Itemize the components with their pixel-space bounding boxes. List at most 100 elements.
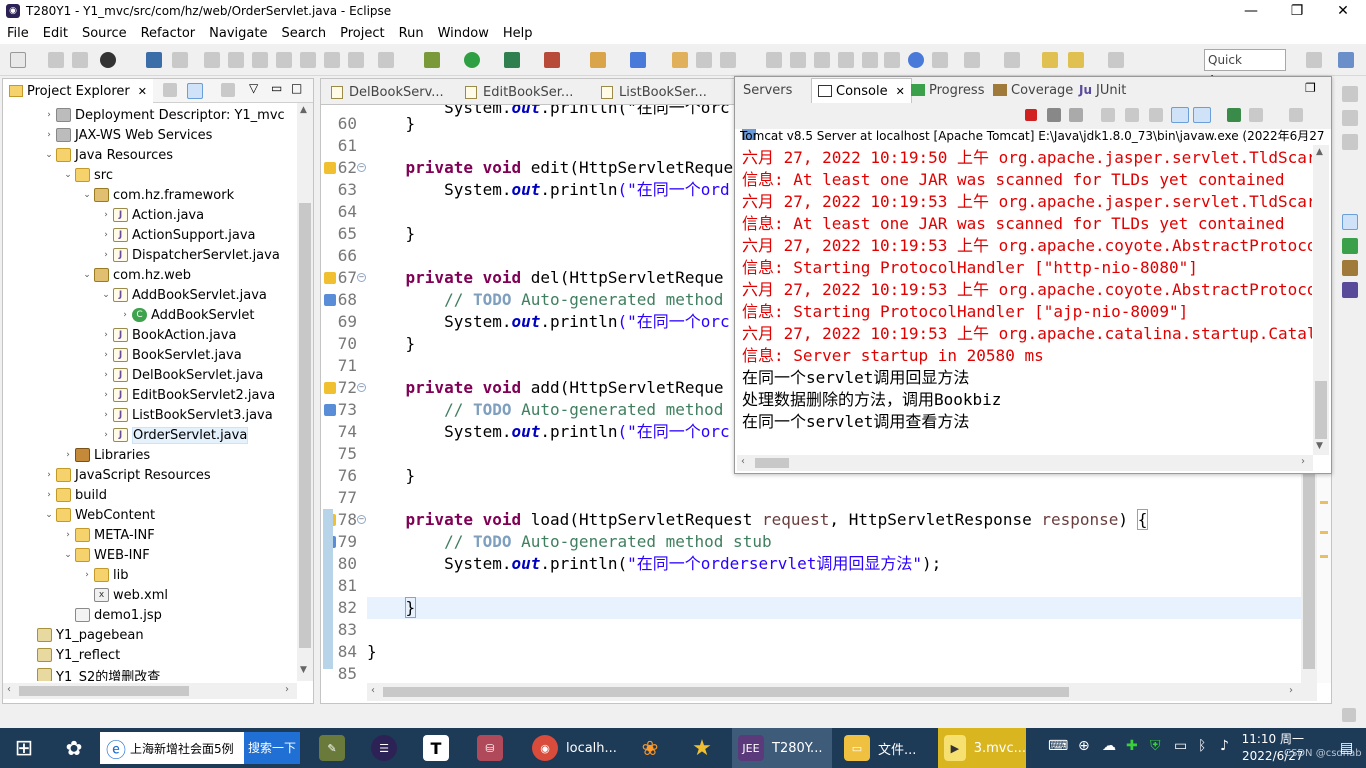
filter-icon[interactable] [221,83,235,97]
network-globe-icon[interactable]: ⊕ [1078,738,1090,754]
tree-item[interactable]: Y1_pagebean [23,625,144,645]
terminate-icon[interactable] [1025,109,1037,121]
expanded-arrow-icon[interactable]: ⌄ [80,270,94,280]
tree-item[interactable]: › J BookAction.java [99,325,236,345]
open-perspective-icon[interactable] [1306,52,1322,68]
search-icon[interactable] [720,52,736,68]
scroll-up-icon[interactable]: ▲ [300,105,307,115]
java-ee-perspective-icon[interactable] [1338,52,1354,68]
open-task-icon[interactable] [696,52,712,68]
open-console-icon[interactable] [1289,108,1303,122]
tab-project-explorer[interactable]: Project Explorer ✕ [3,79,153,103]
save-all-icon[interactable] [72,52,88,68]
clear-console-icon[interactable] [1101,108,1115,122]
restore-button[interactable]: ❐ [1274,0,1320,22]
minimize-view-icon[interactable]: ▭ [271,81,282,95]
resume-icon[interactable] [204,52,220,68]
tree-item[interactable]: ⌄ com.hz.web [80,265,191,285]
new-server-icon[interactable] [590,52,606,68]
terminate-icon[interactable] [252,52,268,68]
scroll-right-icon[interactable]: › [285,684,289,695]
word-wrap-icon[interactable] [1149,108,1163,122]
collapsed-arrow-icon[interactable]: › [42,110,56,120]
expanded-arrow-icon[interactable]: ⌄ [42,150,56,160]
show-stdout-icon[interactable] [1171,107,1189,123]
tree-item[interactable]: › J OrderServlet.java [99,425,249,445]
restore-view-icon[interactable]: ❐ [1305,81,1316,95]
coverage-icon[interactable] [378,52,394,68]
taskbar-eclipse[interactable]: ☰ [362,728,406,768]
tree-hscroll-thumb[interactable] [19,686,189,696]
drop-frame-icon[interactable] [348,52,364,68]
tree-item[interactable]: ⌄ WEB-INF [61,545,150,565]
tree-item[interactable]: › J EditBookServlet2.java [99,385,275,405]
tree-vertical-scrollbar[interactable]: ▲ ▼ [297,103,313,681]
task-list-icon[interactable] [1342,134,1358,150]
show-whitespace-icon[interactable] [862,52,878,68]
collapsed-arrow-icon[interactable]: › [118,310,132,320]
tab-listbookservlet[interactable]: ListBookSer... [595,80,713,104]
scroll-down-icon[interactable]: ▼ [1316,441,1323,451]
console-trim-icon[interactable] [1342,214,1358,230]
progress-trim-icon[interactable] [1342,238,1358,254]
pilcrow-icon[interactable] [884,52,900,68]
expanded-arrow-icon[interactable]: ⌄ [80,190,94,200]
scroll-left-icon[interactable]: ‹ [371,685,375,696]
tab-console[interactable]: Console ✕ [811,78,912,103]
override-marker-icon[interactable] [324,272,336,284]
plus-tray-icon[interactable]: ✚ [1126,738,1138,754]
battery-icon[interactable]: ▭ [1174,738,1187,754]
editor-horizontal-scrollbar[interactable]: ‹ › [367,683,1317,701]
taskbar-tools[interactable]: ✎ [310,728,354,768]
tree-item[interactable]: › J ListBookServlet3.java [99,405,273,425]
close-console-icon[interactable]: ✕ [896,85,905,98]
console-horizontal-scrollbar[interactable]: ‹ › [737,455,1313,471]
taskbar-eclipse-window[interactable]: JEE T280Y... [732,728,832,768]
tree-item[interactable]: › Libraries [61,445,150,465]
scroll-left-icon[interactable]: ‹ [741,456,745,467]
pin-icon[interactable] [932,52,948,68]
collapse-all-icon[interactable] [163,83,177,97]
menu-file[interactable]: File [0,26,36,41]
status-icon[interactable] [1342,708,1356,722]
word-wrap-icon[interactable] [814,52,830,68]
save-icon[interactable] [48,52,64,68]
tree-item[interactable]: › J BookServlet.java [99,345,242,365]
tree-horizontal-scrollbar[interactable]: ‹ › [3,683,297,699]
debug-icon[interactable] [424,52,440,68]
outline-icon[interactable] [1342,110,1358,126]
tree-item[interactable]: ⌄ src [61,165,113,185]
menu-help[interactable]: Help [496,26,540,41]
new-icon[interactable] [10,52,26,68]
close-view-icon[interactable]: ✕ [138,85,147,98]
tree-item[interactable]: › lib [80,565,128,585]
open-type-icon[interactable] [672,52,688,68]
forward-icon[interactable] [1108,52,1124,68]
menu-navigate[interactable]: Navigate [202,26,274,41]
tree-item[interactable]: › J Action.java [99,205,204,225]
close-button[interactable]: ✕ [1320,0,1366,22]
bluetooth-icon[interactable]: ᛒ [1198,738,1206,754]
next-annotation-icon[interactable] [964,52,980,68]
tree-item[interactable]: › J ActionSupport.java [99,225,255,245]
tree-item[interactable]: ⌄ WebContent [42,505,155,525]
console-vertical-scrollbar[interactable]: ▲ ▼ [1313,145,1329,455]
fold-toggle-icon[interactable]: − [357,163,366,172]
step-into-icon[interactable] [276,52,292,68]
block-select-icon[interactable] [838,52,854,68]
menu-search[interactable]: Search [274,26,333,41]
editor-scroll-thumb[interactable] [1303,469,1315,669]
last-edit-icon[interactable] [1042,52,1058,68]
collapsed-arrow-icon[interactable]: › [61,530,75,540]
browser-icon[interactable] [908,52,924,68]
fold-toggle-icon[interactable]: − [357,383,366,392]
override-marker-icon[interactable] [324,382,336,394]
editor-hscroll-thumb[interactable] [383,687,1069,697]
quick-access-input[interactable]: Quick Access [1204,49,1286,87]
console-output[interactable]: 六月 27, 2022 10:19:50 上午 org.apache.jaspe… [742,147,1312,447]
back-icon[interactable] [1068,52,1084,68]
tab-editbookservlet[interactable]: EditBookSer... [459,80,579,104]
toggle-mark-icon[interactable] [790,52,806,68]
cloud-icon[interactable]: ☁ [1102,738,1116,754]
menu-edit[interactable]: Edit [36,26,75,41]
